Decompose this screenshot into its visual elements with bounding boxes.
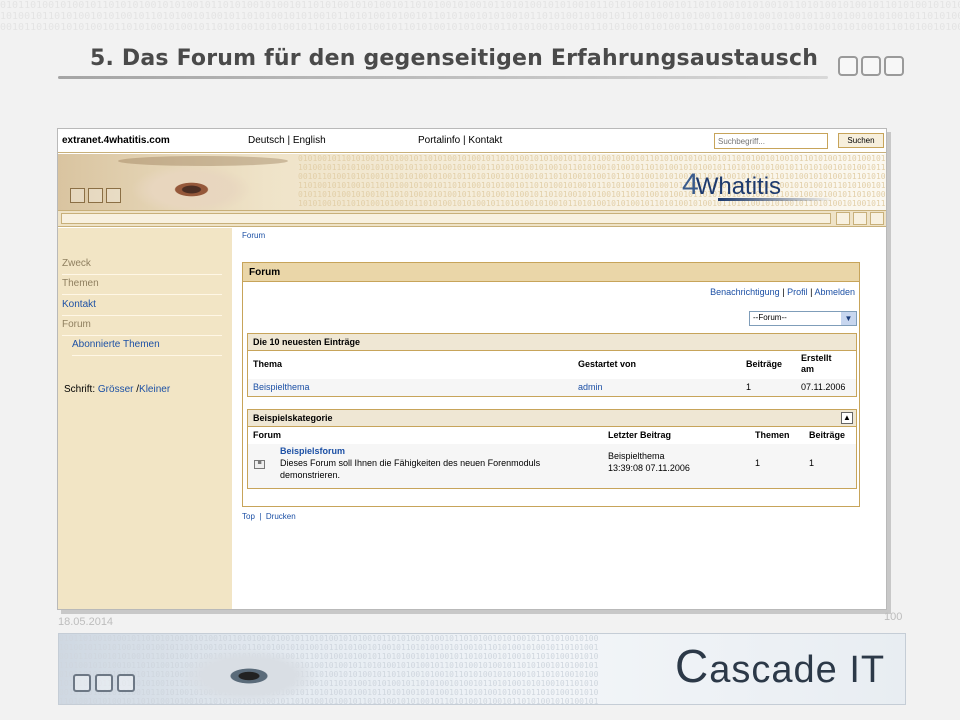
col-erstellt: Erstellt xyxy=(801,353,832,363)
col-beitraege: Beiträge xyxy=(746,359,783,369)
deco-square xyxy=(838,56,858,76)
print-link[interactable]: Drucken xyxy=(266,512,296,521)
profile-link[interactable]: Profil xyxy=(787,287,808,297)
col-beitraege-2: Beiträge xyxy=(809,430,846,440)
portal-stripe xyxy=(58,210,886,227)
slide-title: 5. Das Forum für den gegenseitigen Erfah… xyxy=(90,46,819,71)
forum-list-icon: ≡ xyxy=(254,460,265,469)
forum-select-value: --Forum-- xyxy=(753,313,787,322)
search-input[interactable] xyxy=(714,133,828,149)
portal-logo: 4Whatitis xyxy=(682,168,781,202)
slide-page-number: 100 xyxy=(884,611,903,623)
forum-name-link[interactable]: Beispielsforum xyxy=(280,446,345,456)
footer-square xyxy=(73,674,91,692)
logout-link[interactable]: Abmelden xyxy=(814,287,855,297)
user-links: Benachrichtigung | Profil | Abmelden xyxy=(710,287,855,297)
deco-square xyxy=(884,56,904,76)
cascade-it-logo: Cascade IT xyxy=(675,640,899,698)
logo-wordmark: ascade IT xyxy=(709,649,886,691)
search-button[interactable]: Suchen xyxy=(838,133,884,148)
sidebar-item-themen[interactable]: Themen xyxy=(62,277,222,295)
collapse-up-icon[interactable]: ▲ xyxy=(841,412,853,424)
footer-square xyxy=(95,674,113,692)
stripe-bar xyxy=(61,213,831,224)
portal-topbar: extranet.4whatitis.com Deutsch | English… xyxy=(58,129,886,153)
banner-square xyxy=(70,188,85,203)
last-post-topic: Beispielthema xyxy=(608,451,665,461)
portal-screenshot: extranet.4whatitis.com Deutsch | English… xyxy=(57,128,887,610)
sidebar-item-forum[interactable]: Forum xyxy=(62,318,222,336)
sidebar-item-abonnierte-themen[interactable]: Abonnierte Themen xyxy=(72,338,222,356)
bottom-separator: | xyxy=(259,512,262,521)
col-forum: Forum xyxy=(253,430,281,440)
col-letzter-beitrag: Letzter Beitrag xyxy=(608,430,672,440)
link-separator: | xyxy=(810,287,813,297)
row-started-by[interactable]: admin xyxy=(578,382,603,392)
logo-initial: C xyxy=(675,640,710,692)
footer-square xyxy=(117,674,135,692)
col-gestartet-von: Gestartet von xyxy=(578,359,637,369)
font-size-control: Schrift: Grösser /Kleiner xyxy=(64,384,170,395)
portal-links[interactable]: Portalinfo | Kontakt xyxy=(418,135,502,146)
col-thema: Thema xyxy=(253,359,283,369)
col-am: am xyxy=(801,364,815,374)
forum-topics-count: 1 xyxy=(755,458,761,468)
table-row: Beispielthema admin 1 07.11.2006 xyxy=(248,379,856,396)
font-label: Schrift: xyxy=(64,384,96,395)
sidebar: Zweck Themen Kontakt Forum Abonnierte Th… xyxy=(58,228,232,609)
banner-square xyxy=(88,188,103,203)
stripe-square xyxy=(870,212,884,225)
forum-row: ≡ Beispielsforum Dieses Forum soll Ihnen… xyxy=(248,444,856,488)
bottom-links: Top | Drucken xyxy=(242,512,296,521)
main-content: Forum Forum Benachrichtigung | Profil | … xyxy=(232,228,886,609)
sidebar-item-zweck[interactable]: Zweck xyxy=(62,257,222,275)
category-title: Beispielskategorie ▲ xyxy=(248,410,856,427)
chevron-down-icon[interactable]: ▼ xyxy=(841,312,856,325)
language-links[interactable]: Deutsch | English xyxy=(248,135,326,146)
logo-swoosh xyxy=(718,198,834,201)
row-posts: 1 xyxy=(746,382,752,392)
title-underline xyxy=(58,76,828,79)
table-header-row: Thema Gestartet von Beiträge Erstellt am xyxy=(248,351,856,379)
latest-entries-table: Die 10 neuesten Einträge Thema Gestartet… xyxy=(247,333,857,397)
title-decoration xyxy=(838,56,904,76)
notify-link[interactable]: Benachrichtigung xyxy=(710,287,780,297)
link-separator: | xyxy=(782,287,785,297)
deco-square xyxy=(861,56,881,76)
font-smaller-link[interactable]: Kleiner xyxy=(139,384,170,395)
latest-entries-title: Die 10 neuesten Einträge xyxy=(248,334,856,351)
col-themen: Themen xyxy=(755,430,790,440)
row-topic[interactable]: Beispielthema xyxy=(253,382,310,392)
font-bigger-link[interactable]: Grösser xyxy=(98,384,134,395)
forum-panel-title: Forum xyxy=(243,263,859,282)
breadcrumb[interactable]: Forum xyxy=(242,231,265,240)
forum-select[interactable]: --Forum-- ▼ xyxy=(749,311,857,326)
stripe-square xyxy=(836,212,850,225)
forum-description-line1: Dieses Forum soll Ihnen die Fähigkeiten … xyxy=(280,458,541,468)
sidebar-item-kontakt[interactable]: Kontakt xyxy=(62,298,222,316)
logo-text: Whatitis xyxy=(695,173,782,200)
category-table: Beispielskategorie ▲ Forum Letzter Beitr… xyxy=(247,409,857,489)
slide-date: 18.05.2014 xyxy=(58,616,114,628)
slide-footer: 0101101001010010110101010010101001011010… xyxy=(58,633,906,705)
category-header-row: Forum Letzter Beitrag Themen Beiträge xyxy=(248,427,856,444)
category-title-text: Beispielskategorie xyxy=(253,413,333,423)
row-created: 07.11.2006 xyxy=(801,382,846,392)
forum-posts-count: 1 xyxy=(809,458,815,468)
site-name: extranet.4whatitis.com xyxy=(62,135,170,146)
last-post-time: 13:39:08 07.11.2006 xyxy=(608,463,690,473)
forum-panel: Forum Benachrichtigung | Profil | Abmeld… xyxy=(242,262,860,507)
portal-banner: 0101001011010100101010010110101001010010… xyxy=(58,154,887,210)
banner-square xyxy=(106,188,121,203)
banner-eye-image xyxy=(98,158,268,210)
stripe-square xyxy=(853,212,867,225)
banner-binary-pattern: 0101001011010100101010010110101001010010… xyxy=(298,154,887,208)
top-link[interactable]: Top xyxy=(242,512,255,521)
forum-description-line2: demonstrieren. xyxy=(280,470,341,480)
